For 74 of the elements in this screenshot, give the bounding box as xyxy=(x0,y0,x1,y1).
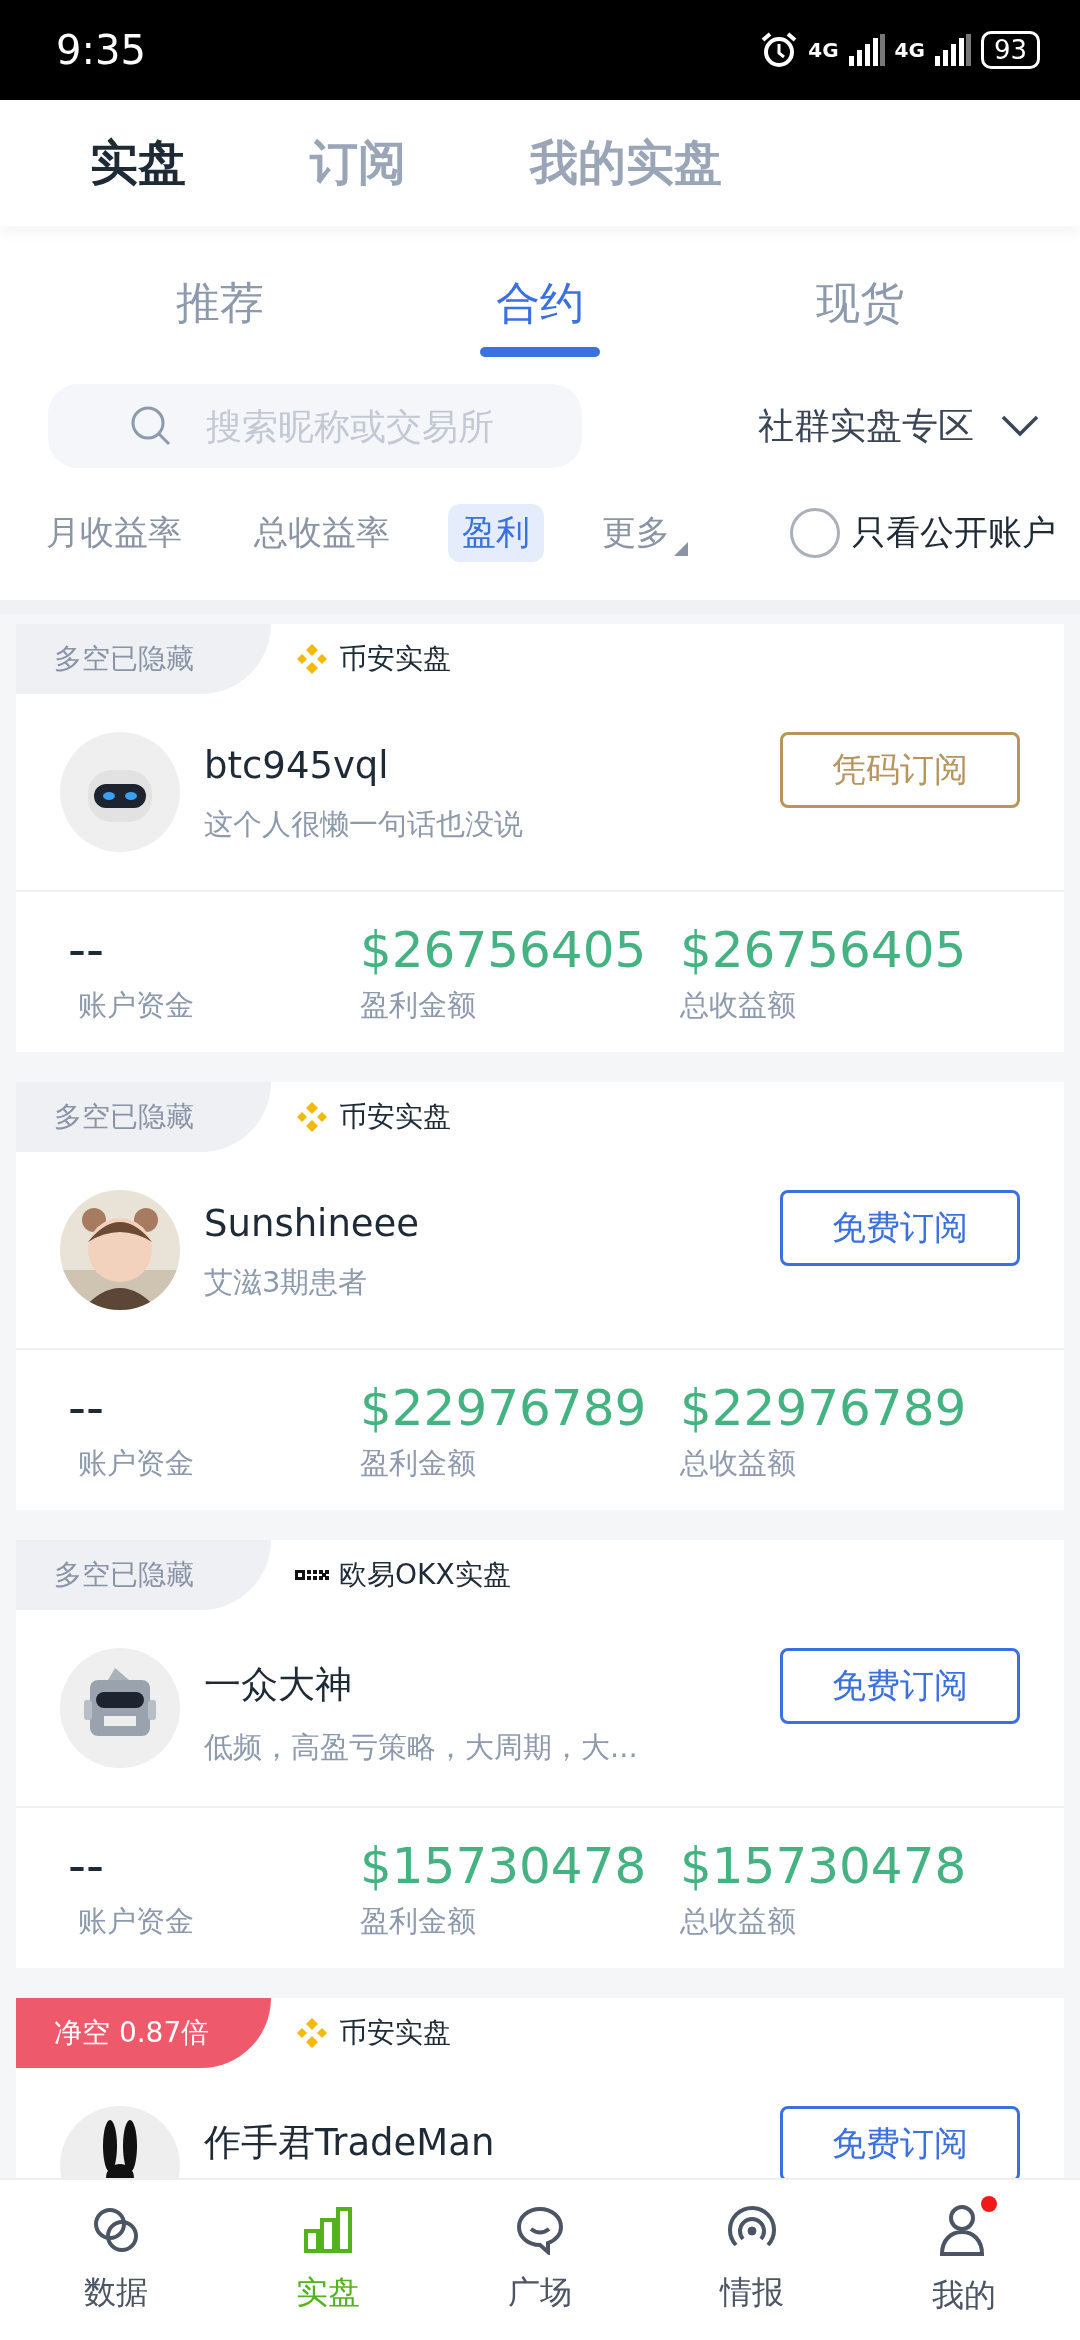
stat-label: 总收益额 xyxy=(680,1445,797,1482)
exchange-logo-icon xyxy=(295,1100,329,1134)
stat-label: 账户资金 xyxy=(77,1445,195,1482)
trader-bio: 低频，高盈亏策略，大周期，大... xyxy=(204,1729,639,1766)
trader-bio: 艾滋3期患者 xyxy=(204,1264,369,1301)
trader-name: 一众大神 xyxy=(204,1662,353,1708)
trader-name: Sunshineee xyxy=(204,1202,421,1245)
stat-label: 盈利金额 xyxy=(360,1445,477,1482)
position-tag: 多空已隐藏 xyxy=(16,624,271,694)
network-label: 4G xyxy=(808,38,839,62)
exchange-label: 币安实盘 xyxy=(339,1099,451,1135)
stat-label: 总收益额 xyxy=(680,1903,797,1940)
stat-value: $15730478 xyxy=(680,1836,968,1897)
nav-item[interactable]: 情报 xyxy=(646,2180,858,2340)
category-tab[interactable]: 推荐 xyxy=(176,255,264,333)
stat-label: 账户资金 xyxy=(77,987,195,1024)
top-tab[interactable]: 订阅 xyxy=(310,131,406,195)
chevron-down-icon xyxy=(1000,414,1040,438)
top-tab[interactable]: 我的实盘 xyxy=(530,131,722,195)
nav-item[interactable]: 广场 xyxy=(434,2180,646,2340)
subscribe-button[interactable]: 免费订阅 xyxy=(780,2106,1020,2178)
alarm-icon xyxy=(760,31,799,69)
nav-item[interactable]: 我的 xyxy=(858,2180,1070,2340)
avatar-icon xyxy=(60,732,180,852)
trader-bio: 这个人很懒一句话也没说 xyxy=(204,806,524,843)
stat-value: -- xyxy=(67,1836,106,1897)
exchange-label: 币安实盘 xyxy=(339,641,451,677)
nav-item[interactable]: 数据 xyxy=(10,2180,222,2340)
exchange-logo-icon xyxy=(295,642,329,676)
zone-dropdown[interactable]: 社群实盘专区 xyxy=(758,401,1040,451)
battery-level: 93 xyxy=(980,31,1040,69)
stat-value: $26756405 xyxy=(680,920,968,981)
exchange-logo-icon xyxy=(295,1568,329,1582)
stat-value: -- xyxy=(67,920,106,981)
bar-chart-icon xyxy=(303,2205,353,2255)
subscribe-button[interactable]: 凭码订阅 xyxy=(780,732,1020,808)
stat-value: -- xyxy=(67,1378,106,1439)
stat-label: 总收益额 xyxy=(680,987,797,1024)
position-tag: 多空已隐藏 xyxy=(16,1082,271,1152)
filter-chip[interactable]: 月收益率 xyxy=(32,504,196,562)
exchange-logo-icon xyxy=(295,2016,329,2050)
trader-name: btc945vql xyxy=(204,744,390,787)
circles-icon xyxy=(91,2205,141,2255)
exchange-label: 欧易OKX实盘 xyxy=(339,1557,511,1593)
signal-icon xyxy=(848,34,885,66)
subscribe-button[interactable]: 免费订阅 xyxy=(780,1648,1020,1724)
stat-value: $22976789 xyxy=(680,1378,968,1439)
stat-value: $22976789 xyxy=(360,1378,648,1439)
search-icon xyxy=(130,405,172,447)
clock: 9:35 xyxy=(56,27,147,73)
stat-label: 盈利金额 xyxy=(360,987,477,1024)
network-label: 4G xyxy=(894,38,925,62)
category-tab[interactable]: 现货 xyxy=(816,255,904,333)
filter-chip[interactable]: 盈利 xyxy=(448,504,544,562)
signal-icon xyxy=(934,34,971,66)
avatar-icon xyxy=(60,1648,180,1768)
stat-label: 账户资金 xyxy=(77,1903,195,1940)
stat-label: 盈利金额 xyxy=(360,1903,477,1940)
nav-item[interactable]: 实盘 xyxy=(222,2180,434,2340)
filter-chip[interactable]: 总收益率 xyxy=(240,504,404,562)
position-tag: 多空已隐藏 xyxy=(16,1540,271,1610)
category-tab[interactable]: 合约 xyxy=(496,255,584,333)
trader-name: 作手君TradeMan xyxy=(204,2120,496,2166)
stat-value: $26756405 xyxy=(360,920,648,981)
radio-label: 只看公开账户 xyxy=(852,511,1056,554)
stat-value: $15730478 xyxy=(360,1836,648,1897)
top-tab[interactable]: 实盘 xyxy=(90,131,186,195)
chat-icon xyxy=(515,2205,565,2255)
subscribe-button[interactable]: 免费订阅 xyxy=(780,1190,1020,1266)
radio-button[interactable] xyxy=(790,508,840,558)
position-tag: 净空 0.87倍 xyxy=(16,1998,271,2068)
exchange-label: 币安实盘 xyxy=(339,2015,451,2051)
filter-chip[interactable]: 更多 xyxy=(588,504,702,562)
triangle-icon xyxy=(674,542,688,556)
